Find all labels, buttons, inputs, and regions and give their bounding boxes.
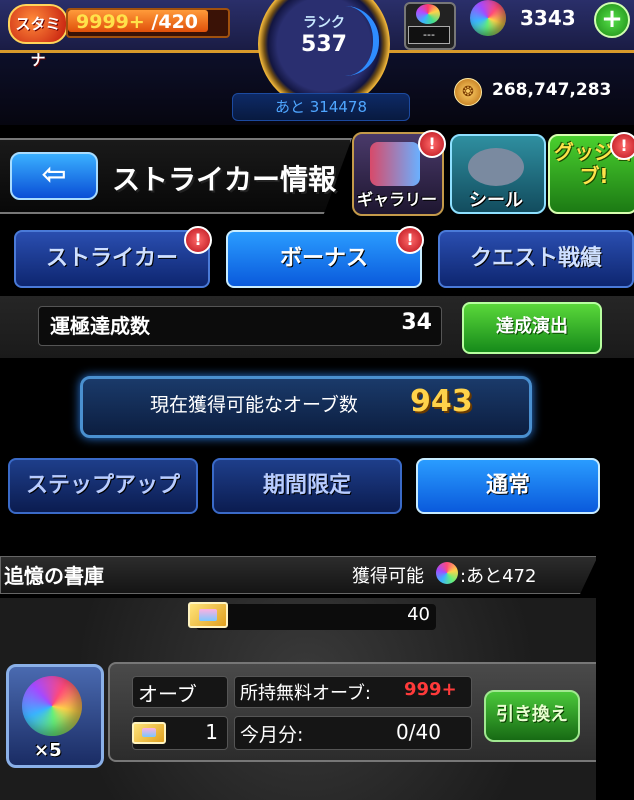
rank-value: 537	[301, 32, 347, 57]
free-orbs-label: 所持無料オーブ:	[240, 683, 371, 704]
next-rank-exp: あと 314478	[232, 93, 410, 121]
tab-bonus-alert-icon: !	[396, 226, 424, 254]
achievement-effect-button[interactable]: 達成演出	[462, 302, 602, 354]
coin-icon: ❂	[454, 78, 482, 106]
good-job-alert-icon: !	[610, 132, 634, 160]
page-title: ストライカー情報	[112, 163, 337, 196]
exchange-button[interactable]: 引き換え	[484, 690, 580, 742]
archive-available-label: 獲得可能	[352, 566, 424, 587]
right-edge-shadow	[596, 556, 634, 800]
tab-bonus[interactable]: ボーナス	[226, 230, 422, 288]
ticket-icon	[132, 722, 166, 744]
tab-quest-record[interactable]: クエスト戦績	[438, 230, 634, 288]
ticket-icon	[188, 602, 228, 628]
orb-reward-icon	[22, 676, 82, 736]
tab-limited[interactable]: 期間限定	[212, 458, 402, 514]
gallery-characters-icon	[370, 142, 420, 186]
gallery-label: ギャラリー	[356, 190, 437, 209]
stamina-value: 9999+	[76, 11, 145, 33]
tab-step-up[interactable]: ステップアップ	[8, 458, 198, 514]
gallery-alert-icon: !	[418, 130, 446, 158]
seal-character-icon	[468, 148, 524, 186]
achievement-label: 運極達成数	[50, 314, 150, 338]
stamina-icon: スタミナ	[8, 4, 68, 69]
tv-orb-icon	[416, 4, 440, 24]
archive-title: 追憶の書庫	[4, 564, 104, 588]
this-month-value: 0/40	[396, 720, 441, 744]
rank-label: ランク	[303, 15, 345, 31]
orb-label: オーブ	[138, 682, 197, 706]
orb-reward-multiplier: ×5	[34, 740, 62, 761]
tv-label: ---	[408, 26, 450, 44]
stamina-readout: 9999+ /420	[76, 8, 198, 36]
coin-count: 268,747,283	[492, 80, 612, 100]
archive-remaining: :あと472	[460, 566, 537, 587]
orb-count: 3343	[520, 6, 576, 30]
ticket-total: 40	[407, 604, 430, 625]
tab-normal[interactable]: 通常	[416, 458, 600, 514]
tab-striker[interactable]: ストライカー	[14, 230, 210, 288]
back-button[interactable]: ⇦	[10, 152, 98, 200]
tab-striker-alert-icon: !	[184, 226, 212, 254]
this-month-label: 今月分:	[240, 724, 304, 746]
seal-label: シール	[469, 190, 523, 211]
stamina-max: /420	[144, 11, 199, 33]
orb-icon	[436, 562, 458, 584]
orb-icon	[470, 0, 506, 36]
free-orbs-value: 999+	[404, 679, 457, 700]
achievement-value: 34	[401, 310, 432, 335]
buy-orbs-button[interactable]: +	[594, 2, 630, 38]
available-orbs-label: 現在獲得可能なオーブ数	[150, 394, 358, 416]
available-orbs-value: 943	[410, 384, 473, 419]
ticket-count: 1	[205, 720, 218, 744]
